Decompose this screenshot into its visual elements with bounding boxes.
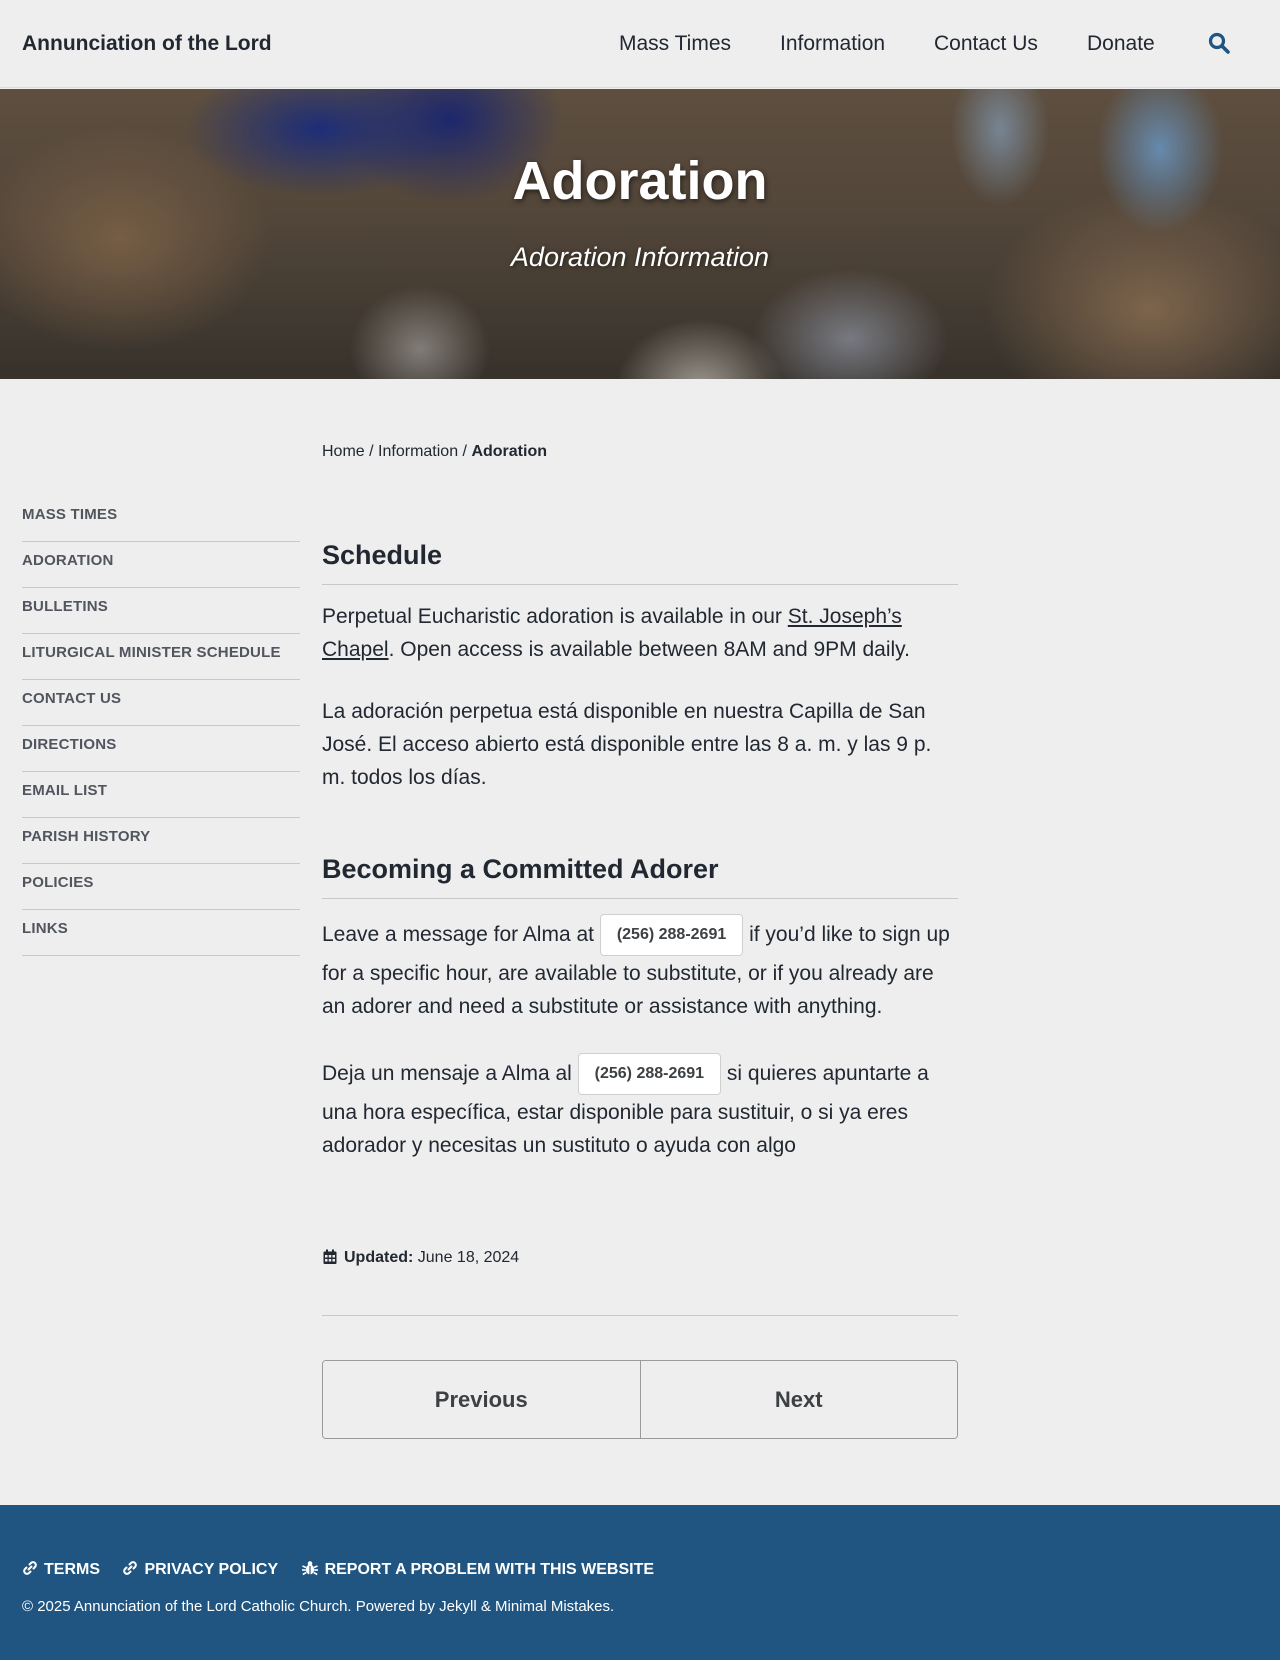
pagination: Previous Next (322, 1360, 958, 1439)
content-divider (322, 1315, 958, 1316)
page-title: Adoration (512, 151, 768, 211)
page-updated: Updated: June 18, 2024 (322, 1248, 519, 1268)
sidebar-item-contact-us[interactable]: CONTACT US (22, 680, 300, 726)
footer-link-report-problem[interactable]: REPORT A PROBLEM WITH THIS WEBSITE (301, 1560, 654, 1580)
schedule-paragraph-spanish: La adoración perpetua está disponible en… (322, 700, 932, 789)
schedule-text: . Open access is available between 8AM a… (388, 638, 910, 661)
updated-label: Updated: (344, 1249, 414, 1266)
breadcrumb-separator: / (369, 443, 374, 460)
sidebar-item-label: MASS TIMES (22, 506, 118, 523)
schedule-text: Perpetual Eucharistic adoration is avail… (322, 605, 788, 628)
adorer-heading: Becoming a Committed Adorer (322, 854, 958, 899)
sidebar-item-label: BULLETINS (22, 598, 108, 615)
sidebar-item-label: EMAIL LIST (22, 782, 108, 799)
breadcrumb-current: Adoration (471, 443, 547, 460)
sidebar-item-adoration[interactable]: ADORATION (22, 542, 300, 588)
sidebar-item-label: DIRECTIONS (22, 736, 117, 753)
page-excerpt: Adoration Information (510, 242, 770, 272)
schedule-heading: Schedule (322, 540, 958, 585)
page-content: Schedule Perpetual Eucharistic adoration… (322, 540, 958, 1162)
sidebar-item-parish-history[interactable]: PARISH HISTORY (22, 818, 300, 864)
sidebar-item-email-list[interactable]: EMAIL LIST (22, 772, 300, 818)
masthead: Annunciation of the Lord Mass Times Info… (0, 0, 1280, 88)
footer-links: TERMS PRIVACY POLICY REPORT A PROBLEM WI… (22, 1560, 672, 1580)
sidebar-item-policies[interactable]: POLICIES (22, 864, 300, 910)
sidebar-item-label: LINKS (22, 920, 68, 937)
updated-date: June 18, 2024 (417, 1249, 520, 1266)
page-footer: TERMS PRIVACY POLICY REPORT A PROBLEM WI… (0, 1505, 1280, 1660)
calendar-icon (323, 1249, 337, 1264)
nav-contact-us[interactable]: Contact Us (934, 32, 1038, 56)
adorer-text: Leave a message for Alma at (322, 923, 600, 946)
next-button[interactable]: Next (639, 1361, 957, 1438)
adorer-paragraph-english: Leave a message for Alma at (256) 288-26… (322, 913, 958, 1023)
sidebar-item-mass-times[interactable]: MASS TIMES (22, 496, 300, 542)
sidebar-item-label: PARISH HISTORY (22, 828, 151, 845)
sidebar-item-bulletins[interactable]: BULLETINS (22, 588, 300, 634)
sidebar-item-label: POLICIES (22, 874, 94, 891)
copyright: © 2025 Annunciation of the Lord Catholic… (22, 1598, 615, 1615)
page-hero: Adoration Adoration Information (0, 89, 1280, 379)
phone-button[interactable]: (256) 288-2691 (577, 1053, 722, 1096)
adorer-paragraph-spanish: Deja un mensaje a Alma al (256) 288-2691… (322, 1052, 958, 1162)
sidebar-item-label: CONTACT US (22, 690, 122, 707)
sidebar-item-label: ADORATION (22, 552, 114, 569)
breadcrumb-home[interactable]: Home (322, 443, 365, 460)
footer-link-label: PRIVACY POLICY (144, 1561, 279, 1578)
adorer-text: Deja un mensaje a Alma al (322, 1062, 578, 1085)
sidebar-item-links[interactable]: LINKS (22, 910, 300, 956)
link-icon (23, 1561, 37, 1575)
search-icon[interactable] (1207, 31, 1231, 55)
nav-donate[interactable]: Donate (1087, 32, 1155, 56)
breadcrumb-information[interactable]: Information (378, 443, 458, 460)
main-nav: Mass Times Information Contact Us Donate (0, 32, 1280, 56)
footer-link-terms[interactable]: TERMS (22, 1560, 100, 1580)
sidebar-item-liturgical-minister-schedule[interactable]: LITURGICAL MINISTER SCHEDULE (22, 634, 300, 680)
sidebar-item-directions[interactable]: DIRECTIONS (22, 726, 300, 772)
footer-link-label: TERMS (44, 1561, 100, 1578)
footer-link-privacy-policy[interactable]: PRIVACY POLICY (122, 1560, 278, 1580)
sidebar-item-label: LITURGICAL MINISTER SCHEDULE (22, 644, 281, 661)
link-icon (123, 1561, 138, 1575)
bug-icon (301, 1561, 318, 1576)
nav-mass-times[interactable]: Mass Times (619, 32, 731, 56)
phone-button[interactable]: (256) 288-2691 (599, 914, 744, 957)
nav-information[interactable]: Information (780, 32, 885, 56)
sidebar-nav: MASS TIMES ADORATION BULLETINS LITURGICA… (22, 496, 300, 956)
breadcrumb-separator: / (462, 443, 467, 460)
footer-link-label: REPORT A PROBLEM WITH THIS WEBSITE (324, 1561, 655, 1578)
schedule-paragraph-english: Perpetual Eucharistic adoration is avail… (322, 600, 958, 666)
previous-button[interactable]: Previous (323, 1361, 640, 1438)
breadcrumb: Home / Information / Adoration (322, 443, 547, 461)
